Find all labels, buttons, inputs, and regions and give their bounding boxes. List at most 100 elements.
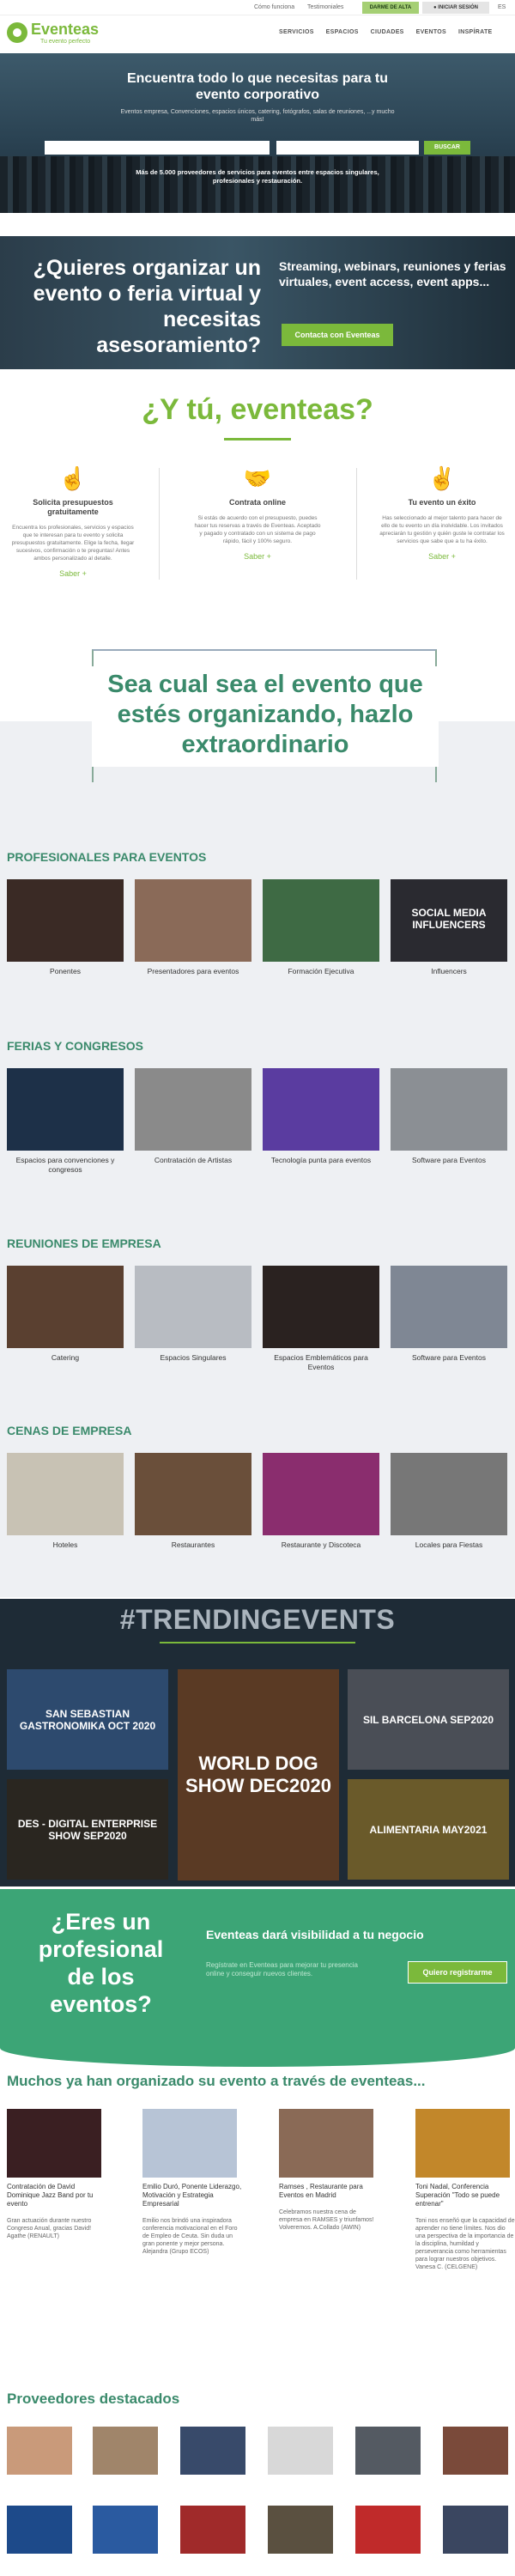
search-what-input[interactable] bbox=[45, 141, 270, 155]
visibility-banner: ¿Eres un profesional de los eventos? Eve… bbox=[0, 1889, 515, 2048]
category-card[interactable]: SOCIAL MEDIA INFLUENCERS Influencers bbox=[391, 879, 507, 976]
signup-button[interactable]: DARME DE ALTA bbox=[362, 2, 419, 14]
card-caption: Software para Eventos bbox=[412, 1353, 486, 1362]
trending-tile[interactable]: ALIMENTARIA MAY2021 bbox=[348, 1779, 509, 1880]
category-card[interactable]: Catering bbox=[7, 1266, 124, 1363]
provider-image[interactable] bbox=[443, 2506, 508, 2554]
provider-image[interactable] bbox=[7, 2427, 72, 2475]
category-card[interactable]: Contratación de Artistas bbox=[135, 1068, 251, 1165]
login-button[interactable]: ● INICIAR SESIÓN bbox=[422, 2, 489, 14]
step-desc: Has seleccionado al mejor talento para h… bbox=[379, 515, 505, 544]
register-button[interactable]: Quiero registrarme bbox=[408, 1961, 507, 1984]
testimonial-card[interactable]: Contratación de David Dominique Jazz Ban… bbox=[7, 2109, 108, 2240]
step-more-link[interactable]: Saber + bbox=[378, 552, 506, 561]
nav-servicios[interactable]: SERVICIOS bbox=[279, 29, 314, 35]
category-card[interactable]: Espacios Singulares bbox=[135, 1266, 251, 1363]
trending-title: #TRENDINGEVENTS bbox=[119, 1604, 396, 1635]
category-card[interactable]: Tecnología punta para eventos bbox=[263, 1068, 379, 1165]
search-where-input[interactable] bbox=[276, 141, 419, 155]
language-selector[interactable]: ES bbox=[498, 4, 506, 10]
provider-image[interactable] bbox=[443, 2427, 508, 2475]
visibility-message: Eventeas dará visibilidad a tu negocio bbox=[206, 1928, 424, 1941]
nav-eventos[interactable]: EVENTOS bbox=[416, 29, 446, 35]
category-card[interactable]: Espacios para convenciones y congresos bbox=[7, 1068, 124, 1175]
provider-image[interactable] bbox=[7, 2506, 72, 2554]
category-card[interactable]: Software para Eventos bbox=[391, 1266, 507, 1363]
card-caption: Ponentes bbox=[50, 967, 81, 975]
card-image bbox=[391, 1266, 507, 1348]
handshake-icon: 🤝 bbox=[243, 465, 272, 491]
category-card[interactable]: Formación Ejecutiva bbox=[263, 879, 379, 976]
visibility-question: ¿Eres un profesional de los eventos? bbox=[38, 1909, 164, 2017]
pointing-hand-icon: ☝ bbox=[58, 465, 88, 491]
hero-info: Más de 5.000 proveedores de servicios pa… bbox=[136, 168, 379, 185]
trending-tile[interactable]: DES - DIGITAL ENTERPRISE SHOW SEP2020 bbox=[7, 1779, 168, 1880]
card-caption: Locales para Fiestas bbox=[415, 1540, 483, 1549]
card-image bbox=[7, 1068, 124, 1151]
nav-espacios[interactable]: ESPACIOS bbox=[326, 29, 359, 35]
category-card[interactable]: Restaurante y Discoteca bbox=[263, 1453, 379, 1550]
wave-divider bbox=[0, 2048, 515, 2067]
category-card[interactable]: Presentadores para eventos bbox=[135, 879, 251, 976]
step-more-link[interactable]: Saber + bbox=[193, 552, 322, 561]
category-card[interactable]: Ponentes bbox=[7, 879, 124, 976]
virtual-services: Streaming, webinars, reuniones y ferias … bbox=[279, 259, 506, 289]
provider-image[interactable] bbox=[93, 2427, 158, 2475]
card-caption: Restaurante y Discoteca bbox=[281, 1540, 361, 1549]
testimonial-title: Ramses , Restaurante para Eventos en Mad… bbox=[279, 2183, 363, 2199]
section-title: PROFESIONALES PARA EVENTOS bbox=[7, 850, 207, 864]
testimonial-card[interactable]: Toni Nadal, Conferencia Superación "Todo… bbox=[415, 2109, 515, 2271]
provider-image[interactable] bbox=[268, 2427, 333, 2475]
testimonial-text: Celebramos nuestra cena de empresa en RA… bbox=[279, 2209, 374, 2231]
divider bbox=[356, 468, 357, 580]
step-more-link[interactable]: Saber + bbox=[9, 569, 137, 578]
card-image bbox=[135, 879, 251, 962]
card-caption: Espacios Singulares bbox=[160, 1353, 227, 1362]
main-header: Eventeas Tu evento perfecto SERVICIOS ES… bbox=[0, 15, 515, 53]
main-nav: SERVICIOS ESPACIOS CIUDADES EVENTOS INSP… bbox=[279, 29, 503, 35]
card-caption: Catering bbox=[51, 1353, 80, 1362]
category-card[interactable]: Hoteles bbox=[7, 1453, 124, 1550]
testimonial-image bbox=[279, 2109, 373, 2178]
logo-text[interactable]: Eventeas bbox=[31, 21, 99, 39]
eventeas-logo-icon[interactable] bbox=[7, 22, 27, 43]
provider-image[interactable] bbox=[180, 2427, 245, 2475]
provider-image[interactable] bbox=[93, 2506, 158, 2554]
how-it-works-link[interactable]: Cómo funciona bbox=[254, 4, 294, 10]
card-caption: Contratación de Artistas bbox=[154, 1156, 233, 1164]
provider-image[interactable] bbox=[268, 2506, 333, 2554]
trending-tile[interactable]: SAN SEBASTIAN GASTRONOMIKA OCT 2020 bbox=[7, 1669, 168, 1770]
category-card[interactable]: Espacios Emblemáticos para Eventos bbox=[263, 1266, 379, 1372]
step-title: Tu evento un éxito bbox=[408, 498, 476, 507]
nav-inspirate[interactable]: INSPÍRATE bbox=[458, 29, 493, 35]
card-caption: Restaurantes bbox=[171, 1540, 215, 1549]
contact-eventeas-button[interactable]: Contacta con Eventeas bbox=[282, 324, 393, 346]
card-image bbox=[391, 1068, 507, 1151]
testimonials-link[interactable]: Testimoniales bbox=[307, 4, 343, 10]
category-card[interactable]: Restaurantes bbox=[135, 1453, 251, 1550]
category-card[interactable]: Locales para Fiestas bbox=[391, 1453, 507, 1550]
testimonial-card[interactable]: Emilio Duró, Ponente Liderazgo, Motivaci… bbox=[142, 2109, 244, 2256]
trending-tile[interactable]: WORLD DOG SHOW DEC2020 bbox=[178, 1669, 339, 1880]
testimonial-title: Toni Nadal, Conferencia Superación "Todo… bbox=[415, 2183, 500, 2208]
testimonial-card[interactable]: Ramses , Restaurante para Eventos en Mad… bbox=[279, 2109, 380, 2232]
testimonial-image bbox=[7, 2109, 101, 2178]
nav-ciudades[interactable]: CIUDADES bbox=[371, 29, 404, 35]
provider-image[interactable] bbox=[355, 2506, 421, 2554]
section-title: FERIAS Y CONGRESOS bbox=[7, 1039, 143, 1053]
step-request: ☝ Solicita presupuestos gratuitamente En… bbox=[9, 464, 137, 578]
card-image bbox=[7, 1453, 124, 1535]
card-caption: Presentadores para eventos bbox=[147, 967, 239, 975]
provider-image[interactable] bbox=[180, 2506, 245, 2554]
step-desc: Si estás de acuerdo con el presupuesto, … bbox=[194, 515, 321, 544]
search-button[interactable]: BUSCAR bbox=[424, 141, 470, 155]
trending-underline bbox=[160, 1642, 355, 1643]
heading-underline bbox=[224, 438, 291, 440]
trending-tile[interactable]: SIL BARCELONA SEP2020 bbox=[348, 1669, 509, 1770]
divider bbox=[159, 468, 160, 580]
card-image bbox=[135, 1068, 251, 1151]
provider-image[interactable] bbox=[355, 2427, 421, 2475]
providers-title: Proveedores destacados bbox=[7, 2391, 180, 2407]
category-card[interactable]: Software para Eventos bbox=[391, 1068, 507, 1165]
card-image bbox=[263, 1266, 379, 1348]
